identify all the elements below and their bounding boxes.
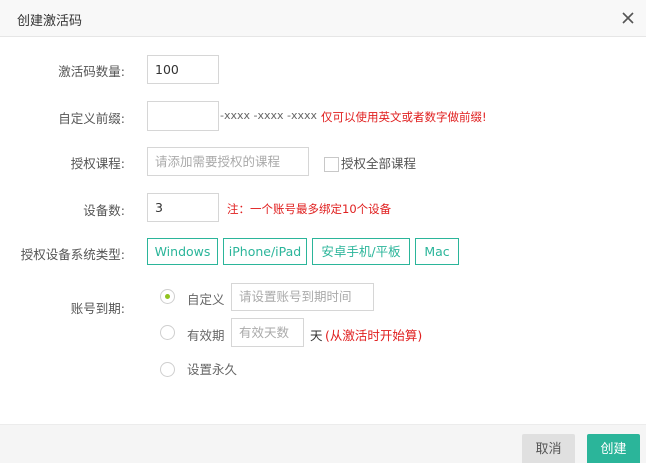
prefix-label: 自定义前缀: <box>58 111 125 126</box>
prefix-hint: 仅可以使用英文或者数字做前缀! <box>321 110 487 124</box>
courses-input[interactable]: 请添加需要授权的课程 <box>147 147 309 176</box>
dialog-title: 创建激活码 <box>17 14 83 29</box>
dialog-header: 创建激活码 <box>0 0 646 37</box>
devices-hint: 注：一个账号最多绑定10个设备 <box>227 202 392 216</box>
platform-tag-android[interactable]: 安卓手机/平板 <box>312 238 410 265</box>
platform-tag-mac[interactable]: Mac <box>415 238 459 265</box>
duration-label: 有效期 <box>187 328 225 343</box>
all-courses-label: 授权全部课程 <box>341 156 417 171</box>
radio-custom[interactable] <box>160 289 175 304</box>
expiry-label: 账号到期: <box>70 301 125 316</box>
quantity-label: 激活码数量: <box>58 64 125 79</box>
courses-label: 授权课程: <box>70 156 125 171</box>
platforms-label: 授权设备系统类型: <box>20 247 125 262</box>
prefix-suffix-pattern: -xxxx -xxxx -xxxx <box>220 109 318 122</box>
prefix-input[interactable] <box>147 101 219 131</box>
platform-tag-windows[interactable]: Windows <box>147 238 218 265</box>
expiry-date-input[interactable]: 请设置账号到期时间 <box>231 283 374 311</box>
all-courses-checkbox[interactable] <box>324 157 339 172</box>
duration-days-placeholder: 有效天数 <box>239 325 290 340</box>
devices-label: 设备数: <box>83 203 125 218</box>
custom-label: 自定义 <box>187 292 225 307</box>
courses-placeholder: 请添加需要授权的课程 <box>155 154 281 169</box>
expiry-date-placeholder: 请设置账号到期时间 <box>239 289 352 304</box>
quantity-input[interactable]: 100 <box>147 55 219 84</box>
cancel-button[interactable]: 取消 <box>522 434 575 463</box>
forever-label: 设置永久 <box>187 362 238 377</box>
close-icon[interactable] <box>616 6 640 30</box>
duration-unit: 天 <box>310 328 323 343</box>
radio-forever[interactable] <box>160 362 175 377</box>
platform-tag-ios[interactable]: iPhone/iPad <box>223 238 307 265</box>
radio-duration[interactable] <box>160 325 175 340</box>
devices-input[interactable]: 3 <box>147 193 219 222</box>
create-button[interactable]: 创建 <box>587 434 640 463</box>
duration-days-input[interactable]: 有效天数 <box>231 318 304 347</box>
duration-note: (从激活时开始算) <box>325 328 423 343</box>
